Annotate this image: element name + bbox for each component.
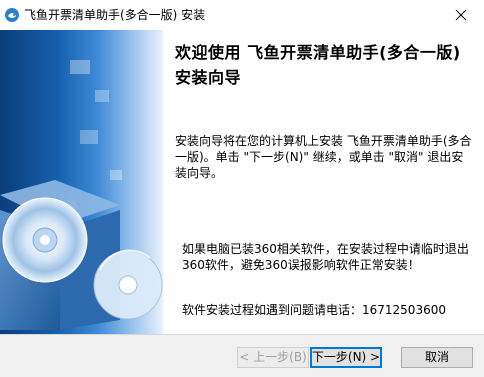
wizard-content: 欢迎使用 飞鱼开票清单助手(多合一版) 安装向导 安装向导将在您的计算机上安装 … [163, 30, 484, 334]
close-button[interactable] [438, 0, 484, 30]
app-icon [4, 7, 20, 23]
welcome-heading: 欢迎使用 飞鱼开票清单助手(多合一版) 安装向导 [175, 43, 461, 87]
next-button[interactable]: 下一步(N) > [310, 347, 382, 368]
title-bar: 飞鱼开票清单助手(多合一版) 安装 [0, 0, 484, 30]
window-title: 飞鱼开票清单助手(多合一版) 安装 [24, 8, 206, 22]
wizard-footer: < 上一步(B) 下一步(N) > 取消 [0, 334, 484, 377]
antivirus-notice: 如果电脑已装360相关软件，在安装过程中请临时退出360软件，避免360误报影响… [182, 242, 469, 272]
back-button[interactable]: < 上一步(B) [237, 347, 309, 368]
wizard-banner-image [0, 30, 163, 334]
close-icon [455, 9, 467, 21]
intro-text: 安装向导将在您的计算机上安装 飞鱼开票清单助手(多合一版)。单击 "下一步(N)… [175, 134, 472, 180]
contact-info: 软件安装过程如遇到问题请电话：16712503600 [182, 303, 446, 317]
cancel-button[interactable]: 取消 [401, 347, 473, 368]
